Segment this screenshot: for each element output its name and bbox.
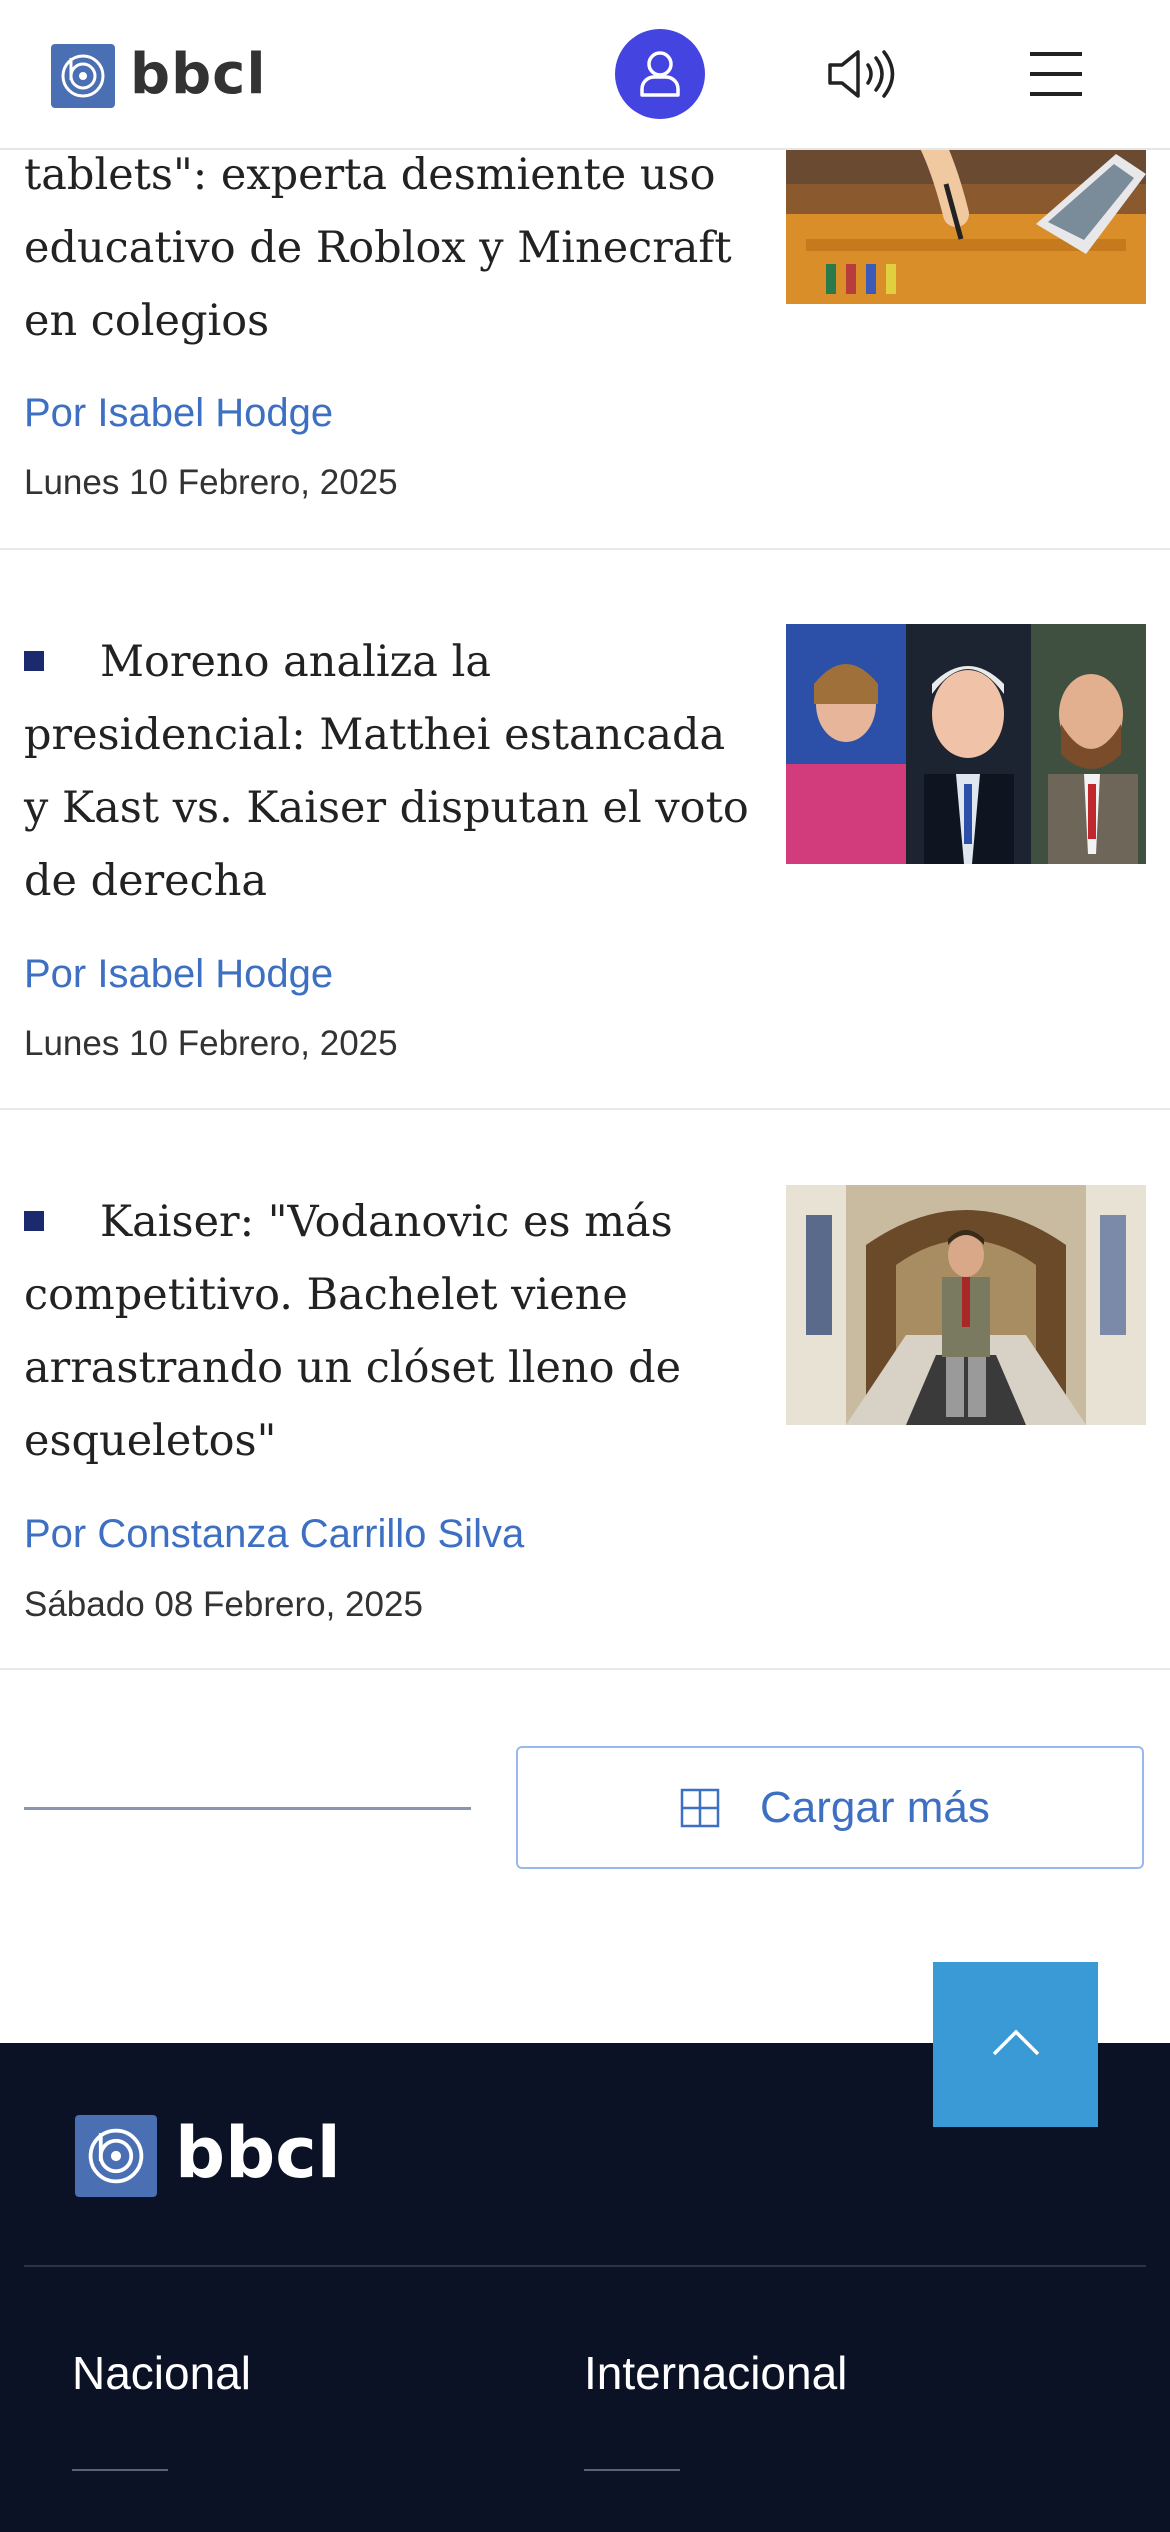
bullet-icon xyxy=(24,651,44,671)
article-divider xyxy=(0,548,1170,550)
title-line: Moreno analiza la xyxy=(24,626,759,699)
bullet-icon xyxy=(24,1211,44,1231)
title-line: arrastrando un clóset lleno de xyxy=(24,1343,682,1393)
article-thumbnail[interactable] xyxy=(786,1185,1146,1425)
audio-button[interactable] xyxy=(826,46,898,102)
bbcl-logo-icon[interactable] xyxy=(51,44,115,108)
title-text: Moreno analiza la xyxy=(100,637,491,687)
footer-bbcl-logo-icon[interactable] xyxy=(75,2115,157,2197)
article-author[interactable]: Por Isabel Hodge xyxy=(24,949,333,999)
article-divider xyxy=(0,1668,1170,1670)
user-account-button[interactable] xyxy=(615,29,705,119)
article-title[interactable]: Moreno analiza la presidencial: Matthei … xyxy=(24,626,759,918)
chevron-up-icon xyxy=(992,2029,1040,2056)
title-line: y Kast vs. Kaiser disputan el voto xyxy=(24,783,749,833)
title-line: educativo de Roblox y Minecraft xyxy=(24,223,732,273)
title-line: esqueletos" xyxy=(24,1416,277,1466)
logo-text[interactable]: bbcl xyxy=(130,34,267,116)
hamburger-menu-icon xyxy=(1030,52,1082,96)
article-author[interactable]: Por Isabel Hodge xyxy=(24,388,333,438)
title-line: de derecha xyxy=(24,856,268,906)
top-header: bbcl xyxy=(0,0,1170,150)
footer-link-underline xyxy=(72,2469,168,2471)
article-divider xyxy=(0,1108,1170,1110)
scroll-to-top-button[interactable] xyxy=(933,1962,1098,2127)
title-text: Kaiser: "Vodanovic es más xyxy=(100,1197,673,1247)
load-more-label: Cargar más xyxy=(760,1783,990,1832)
footer-link-underline xyxy=(584,2469,680,2471)
article-author[interactable]: Por Constanza Carrillo Silva xyxy=(24,1509,524,1559)
menu-button[interactable] xyxy=(1026,46,1086,102)
user-icon xyxy=(640,51,680,97)
title-line: competitivo. Bachelet viene xyxy=(24,1270,628,1320)
speaker-icon xyxy=(828,50,895,98)
article-date: Sábado 08 Febrero, 2025 xyxy=(24,1585,423,1624)
article-date: Lunes 10 Febrero, 2025 xyxy=(24,1024,398,1063)
load-more-button[interactable]: Cargar más xyxy=(516,1746,1144,1869)
plus-icon xyxy=(680,1788,720,1828)
article-title[interactable]: tablets": experta desmiente uso educativ… xyxy=(24,139,759,358)
article-title[interactable]: Kaiser: "Vodanovic es más competitivo. B… xyxy=(24,1186,759,1478)
article-date: Lunes 10 Febrero, 2025 xyxy=(24,463,398,502)
footer-link-nacional[interactable]: Nacional xyxy=(72,2345,251,2401)
article-thumbnail[interactable] xyxy=(786,624,1146,864)
title-line: Kaiser: "Vodanovic es más xyxy=(24,1186,759,1259)
title-line: en colegios xyxy=(24,296,270,346)
title-line: presidencial: Matthei estancada xyxy=(24,710,726,760)
footer-divider xyxy=(24,2265,1146,2267)
footer-link-internacional[interactable]: Internacional xyxy=(584,2345,847,2401)
load-more-separator xyxy=(24,1807,471,1810)
footer-logo-text[interactable]: bbcl xyxy=(175,2103,341,2203)
